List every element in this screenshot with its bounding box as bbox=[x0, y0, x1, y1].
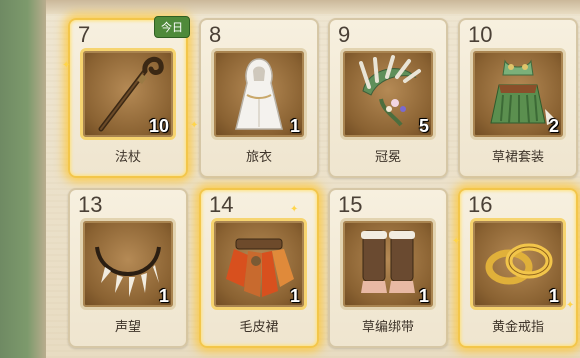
day-number: 16 bbox=[468, 192, 493, 217]
item-name: 法杖 bbox=[114, 150, 141, 165]
day-number: 7 bbox=[78, 22, 91, 47]
reward-grid: 7 今日 10 法杖 8 1 旅衣 9 5 冠冕 10 2 草裙套装 13 1 … bbox=[0, 0, 580, 358]
day-number: 14 bbox=[209, 192, 234, 217]
item-frame: 1 bbox=[80, 218, 176, 310]
sparkle-icon: ✦ bbox=[62, 60, 71, 71]
item-count: 10 bbox=[148, 116, 169, 136]
day-number: 8 bbox=[209, 22, 222, 47]
sparkle-icon: ✦ bbox=[290, 204, 299, 215]
day-number: 10 bbox=[468, 22, 493, 47]
reward-card-day-15[interactable]: 15 1 草编绑带 bbox=[328, 188, 448, 348]
item-count: 1 bbox=[418, 286, 429, 306]
reward-card-day-7[interactable]: 7 今日 10 法杖 bbox=[68, 16, 190, 178]
day-number: 9 bbox=[338, 22, 351, 47]
today-badge: 今日 bbox=[154, 16, 190, 38]
item-frame: 2 bbox=[470, 48, 566, 140]
item-count: 1 bbox=[158, 286, 169, 306]
item-name: 毛皮裙 bbox=[239, 320, 279, 335]
sparkle-icon: ✦ bbox=[566, 300, 575, 311]
item-frame: 1 bbox=[470, 218, 566, 310]
day-number: 15 bbox=[338, 192, 363, 217]
reward-card-day-8[interactable]: 8 1 旅衣 bbox=[199, 18, 319, 178]
item-frame: 10 bbox=[80, 48, 176, 140]
item-name: 冠冕 bbox=[374, 150, 401, 165]
item-frame: 1 bbox=[211, 218, 307, 310]
item-name: 声望 bbox=[114, 320, 141, 335]
item-count: 1 bbox=[289, 116, 300, 136]
sparkle-icon: ✦ bbox=[452, 236, 461, 247]
item-frame: 1 bbox=[211, 48, 307, 140]
item-frame: 1 bbox=[340, 218, 436, 310]
reward-card-day-16[interactable]: 16 1 黄金戒指 bbox=[458, 188, 578, 348]
item-frame: 5 bbox=[340, 48, 436, 140]
reward-card-day-10[interactable]: 10 2 草裙套装 bbox=[458, 18, 578, 178]
item-count: 5 bbox=[418, 116, 429, 136]
item-name: 草编绑带 bbox=[361, 320, 414, 335]
item-name: 草裙套装 bbox=[491, 150, 544, 165]
item-count: 1 bbox=[289, 286, 300, 306]
reward-card-day-13[interactable]: 13 1 声望 bbox=[68, 188, 188, 348]
reward-card-day-14[interactable]: 14 1 毛皮裙 bbox=[199, 188, 319, 348]
day-number: 13 bbox=[78, 192, 103, 217]
item-name: 黄金戒指 bbox=[491, 320, 544, 335]
reward-card-day-9[interactable]: 9 5 冠冕 bbox=[328, 18, 448, 178]
item-name: 旅衣 bbox=[245, 150, 272, 165]
item-count: 1 bbox=[548, 286, 559, 306]
sparkle-icon: ✦ bbox=[190, 120, 199, 131]
item-count: 2 bbox=[548, 116, 559, 136]
